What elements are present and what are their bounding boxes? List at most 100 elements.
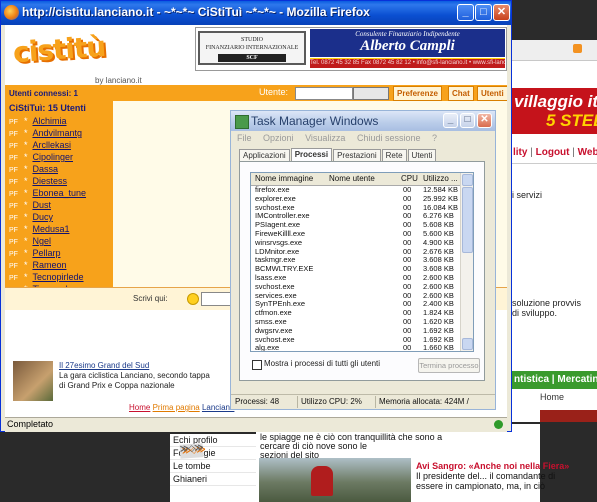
user-list-item[interactable]: PF * Dassa [5,163,113,175]
user-list-item[interactable]: PF * Ebonea_tune [5,187,113,199]
user-profile-tag[interactable]: PF [9,119,18,126]
user-list-item[interactable]: PF * Ngel [5,235,113,247]
rss-icon[interactable] [573,44,582,53]
logout-link[interactable]: Logout [536,147,570,158]
firefox-title-bar[interactable]: http://cistitu.lanciano.it - ~*~*~ CiSti… [1,1,511,25]
user-profile-tag[interactable]: PF [9,191,18,198]
user-name-link[interactable]: Ducy [32,212,53,222]
end-process-button[interactable]: Termina processo [418,358,480,373]
user-list-item[interactable]: PF * Diestess [5,175,113,187]
user-list-item[interactable]: PF * Arcllekasi [5,139,113,151]
user-profile-tag[interactable]: PF [9,227,18,234]
show-all-processes-label[interactable]: Mostra i processi di tutti gli utenti [264,359,380,368]
menu-help[interactable]: ? [432,133,437,143]
user-list-item[interactable]: PF * Pellarp [5,247,113,259]
green-menu-bar[interactable]: ntistica | Mercatino [512,371,597,389]
user-name-link[interactable]: Dust [32,200,51,210]
front-page-link[interactable]: Prima pagina [153,403,200,412]
tab-processes[interactable]: Processi [290,148,333,161]
news-headline-link[interactable]: Avi Sangro: «Anche noi nella Fiera» [416,461,569,471]
column-memory[interactable]: Utilizzo ... [423,174,458,183]
news-thumbnail[interactable] [13,361,53,401]
user-profile-tag[interactable]: PF [9,251,18,258]
user-name-link[interactable]: Pellarp [32,248,60,258]
user-name-link[interactable]: Cipolinger [32,152,73,162]
user-name-link[interactable]: Ngel [32,236,51,246]
user-profile-tag[interactable]: PF [9,263,18,270]
user-list-item[interactable]: PF * Tecnopirlede [5,271,113,283]
user-name-link[interactable]: Alchimia [32,116,66,126]
scroll-thumb[interactable] [462,187,473,253]
column-image-name[interactable]: Nome immagine [255,174,313,183]
user-profile-tag[interactable]: PF [9,179,18,186]
menu-options[interactable]: Opzioni [263,133,294,143]
status-text: Completato [7,419,54,429]
login-button[interactable] [353,87,389,100]
villaggio-banner[interactable]: villaggio ita 5 STELL [512,88,597,134]
user-profile-tag[interactable]: PF [9,143,18,150]
tab-applications[interactable]: Applicazioni [239,149,290,161]
user-name-link[interactable]: Arcllekasi [32,140,71,150]
tab-performance[interactable]: Prestazioni [333,149,381,161]
column-user-name[interactable]: Nome utente [329,174,375,183]
background-link[interactable]: lity [513,147,527,158]
task-manager-title-bar[interactable]: Task Manager Windows _ □ ✕ [231,111,495,131]
user-profile-tag[interactable]: PF [9,155,18,162]
home-link[interactable]: Home [540,392,564,402]
menu-file[interactable]: File [237,133,252,143]
user-name-link[interactable]: Rameon [32,260,66,270]
show-all-processes-checkbox[interactable] [252,360,262,370]
cistitu-logo[interactable]: cistitù [12,30,106,69]
user-list-item[interactable]: PF * Medusa1 [5,223,113,235]
process-row[interactable]: alg.exe 00 1.660 KB [251,344,461,351]
user-list-item[interactable]: PF * Alchimia [5,115,113,127]
process-list-scrollbar[interactable] [460,173,473,351]
user-list-item[interactable]: PF * Rameon [5,259,113,271]
maximize-button[interactable]: □ [475,4,492,21]
user-profile-tag[interactable]: PF [9,203,18,210]
tm-close-button[interactable]: ✕ [477,113,492,128]
user-profile-tag[interactable]: PF [9,215,18,222]
column-cpu[interactable]: CPU [401,174,418,183]
user-name-link[interactable]: Andvilmantg [32,128,82,138]
menu-item[interactable]: Ghianeri [170,473,256,486]
preferences-button[interactable]: Preferenze [393,86,442,101]
user-profile-tag[interactable]: PF [9,131,18,138]
user-name-link[interactable]: Tecnopirlede [32,272,83,282]
username-input[interactable] [295,87,353,100]
close-button[interactable]: ✕ [493,4,510,21]
news-title-link[interactable]: Il 27esimo Grand del Sud [59,361,149,370]
tab-users[interactable]: Utenti [407,149,437,161]
menu-logoff[interactable]: Chiudi sessione [357,133,421,143]
user-profile-tag[interactable]: PF [9,275,18,282]
webmail-link[interactable]: Webma [578,147,597,158]
scroll-down-arrow-icon[interactable] [462,338,473,350]
task-manager-window: Task Manager Windows _ □ ✕ File Opzioni … [230,110,496,410]
tm-maximize-button[interactable]: □ [460,113,475,128]
tm-minimize-button[interactable]: _ [443,113,458,128]
user-profile-tag[interactable]: PF [9,239,18,246]
tab-network[interactable]: Rete [381,149,407,161]
menu-item[interactable]: Le tombe [170,460,256,473]
chat-button[interactable]: Chat [448,86,474,101]
user-list-item[interactable]: PF * Cipolinger [5,151,113,163]
user-list-item[interactable]: PF * Ducy [5,211,113,223]
minimize-button[interactable]: _ [457,4,474,21]
process-list[interactable]: Nome immagine Nome utente CPU Utilizzo .… [250,172,474,352]
user-name-link[interactable]: Medusa1 [32,224,69,234]
user-name-link[interactable]: Ebonea_tune [32,188,86,198]
news-photo[interactable] [259,458,411,502]
user-list-item[interactable]: PF * Andvilmantg [5,127,113,139]
user-name-link[interactable]: Diestess [32,176,67,186]
users-button[interactable]: Utenti [477,86,507,101]
smiley-icon[interactable] [187,293,199,305]
home-link[interactable]: Home [129,403,150,412]
user-name-link[interactable]: Dassa [32,164,58,174]
background-title-strip [512,0,597,44]
status-separator [297,396,298,408]
user-profile-tag[interactable]: PF [9,167,18,174]
advertisement-banner[interactable]: STUDIO FINANZIARIO INTERNAZIONALE SCF Co… [195,27,507,71]
menu-view[interactable]: Visualizza [305,133,345,143]
user-list-item[interactable]: PF * Dust [5,199,113,211]
scroll-up-arrow-icon[interactable] [462,174,473,186]
